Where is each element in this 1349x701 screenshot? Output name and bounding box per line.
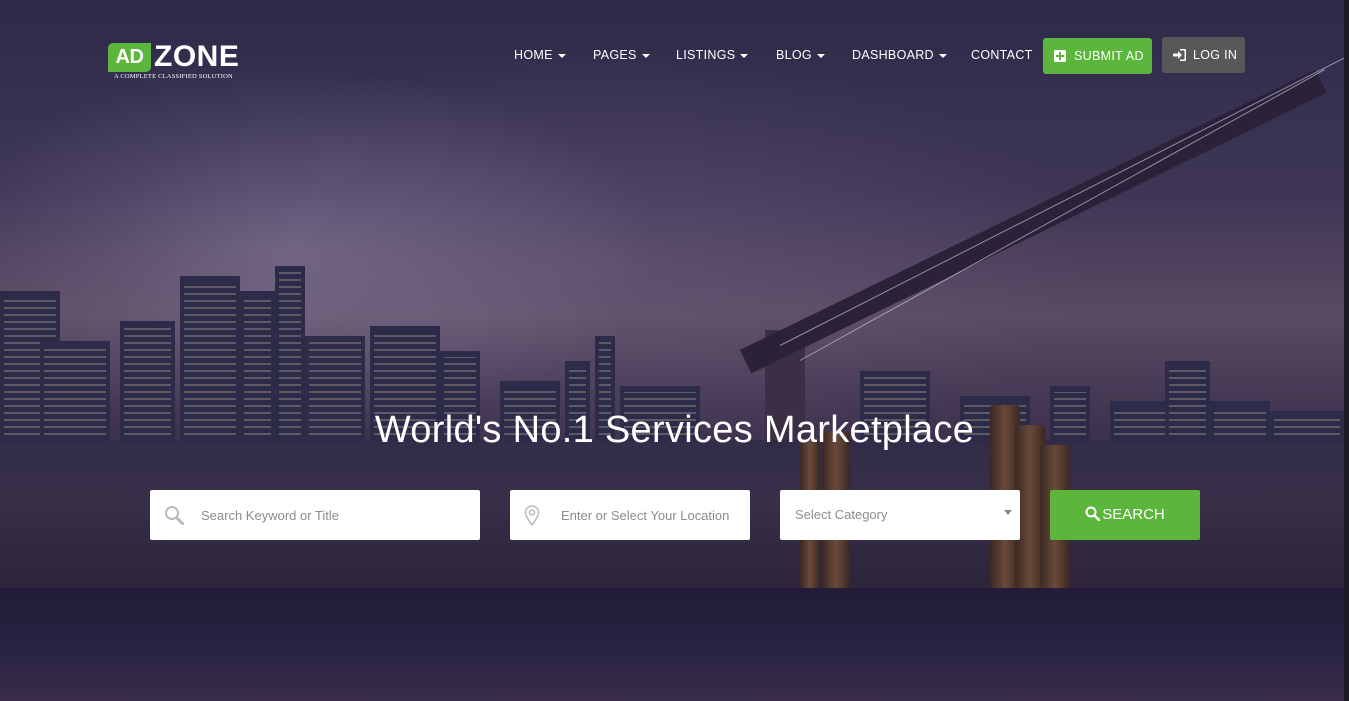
location-search-field[interactable] — [510, 490, 750, 540]
category-select[interactable]: Select Category — [780, 490, 1020, 540]
search-icon — [165, 506, 184, 525]
caret-down-icon — [938, 53, 947, 58]
nav-dashboard-label: DASHBOARD — [852, 48, 934, 62]
lower-section — [0, 588, 1349, 701]
bridge-cable — [799, 69, 1326, 361]
caret-down-icon — [816, 53, 825, 58]
plus-square-icon — [1054, 50, 1066, 62]
submit-ad-label: SUBMIT AD — [1074, 49, 1144, 63]
bridge-deck — [740, 69, 1327, 374]
chevron-down-icon — [1004, 510, 1012, 515]
hero-background — [0, 0, 1349, 701]
hero-headline: World's No.1 Services Marketplace — [374, 409, 975, 451]
nav-home-label: HOME — [514, 48, 553, 62]
caret-down-icon — [641, 53, 650, 58]
search-button[interactable]: SEARCH — [1050, 490, 1200, 540]
caret-down-icon — [557, 53, 566, 58]
keyword-search-field[interactable] — [150, 490, 480, 540]
caret-down-icon — [740, 53, 749, 58]
nav-home[interactable]: HOME — [514, 37, 566, 73]
submit-ad-button[interactable]: SUBMIT AD — [1043, 38, 1152, 74]
login-label: LOG IN — [1193, 48, 1238, 62]
site-header: AD ZONE A COMPLETE CLASSIFIED SOLUTION H… — [0, 0, 1349, 100]
nav-dashboard[interactable]: DASHBOARD — [852, 37, 947, 73]
nav-contact-label: CONTACT — [971, 48, 1033, 62]
nav-contact[interactable]: CONTACT — [971, 37, 1033, 73]
nav-blog-label: BLOG — [776, 48, 812, 62]
nav-pages-label: PAGES — [593, 48, 637, 62]
search-button-label: SEARCH — [1102, 506, 1165, 523]
logo-tagline: A COMPLETE CLASSIFIED SOLUTION — [114, 73, 233, 80]
keyword-input[interactable] — [201, 490, 471, 540]
search-icon — [1085, 506, 1101, 521]
nav-listings[interactable]: LISTINGS — [676, 37, 749, 73]
category-selected-value: Select Category — [795, 507, 888, 522]
map-pin-icon — [524, 505, 540, 526]
page-scrollbar[interactable] — [1344, 0, 1349, 701]
sign-in-icon — [1173, 49, 1186, 61]
nav-pages[interactable]: PAGES — [593, 37, 650, 73]
login-button[interactable]: LOG IN — [1162, 37, 1245, 73]
nav-blog[interactable]: BLOG — [776, 37, 825, 73]
location-input[interactable] — [561, 490, 746, 540]
nav-listings-label: LISTINGS — [676, 48, 736, 62]
